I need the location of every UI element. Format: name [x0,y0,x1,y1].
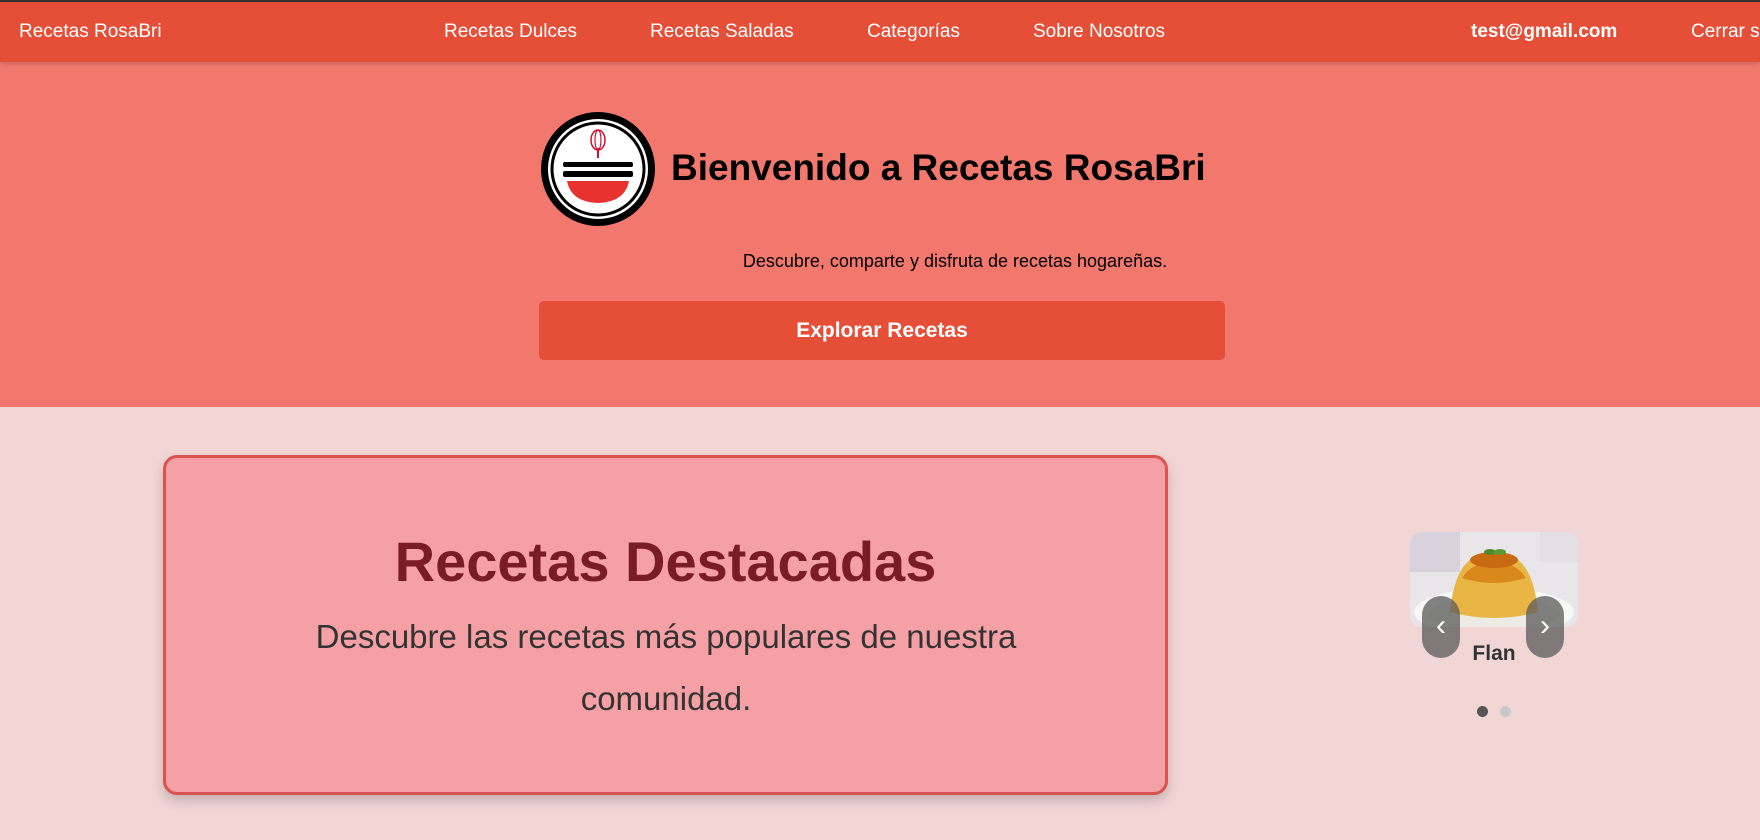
featured-title: Recetas Destacadas [394,530,937,593]
carousel-dot-2[interactable] [1500,706,1511,717]
nav-link-recetas-saladas[interactable]: Recetas Saladas [650,2,794,62]
featured-recipes-card: Recetas Destacadas Descubre las recetas … [163,455,1168,795]
logout-link[interactable]: Cerrar s [1691,2,1760,62]
nav-link-recetas-dulces[interactable]: Recetas Dulces [444,2,577,62]
bowl-whisk-logo-icon [539,110,657,228]
brand-link[interactable]: Recetas RosaBri [19,2,162,62]
explore-recipes-button[interactable]: Explorar Recetas [539,301,1225,360]
user-email-link[interactable]: test@gmail.com [1471,2,1617,62]
hero-section: Bienvenido a Recetas RosaBri Descubre, c… [0,62,1760,407]
carousel-dot-1[interactable] [1477,706,1488,717]
nav-link-categorias[interactable]: Categorías [867,2,960,62]
featured-description: Descubre las recetas más populares de nu… [315,618,1017,717]
hero-title: Bienvenido a Recetas RosaBri [671,147,1206,188]
carousel-indicators [1410,706,1578,717]
chevron-right-icon: › [1540,609,1550,642]
recipe-carousel: ‹ › Flan [1410,532,1578,722]
hero-subtitle: Descubre, comparte y disfruta de recetas… [742,251,1168,271]
top-navbar: Recetas RosaBri Recetas Dulces Recetas S… [0,0,1760,62]
nav-link-sobre-nosotros[interactable]: Sobre Nosotros [1033,2,1165,62]
chevron-left-icon: ‹ [1436,609,1446,642]
slide-caption: Flan [1472,642,1516,665]
